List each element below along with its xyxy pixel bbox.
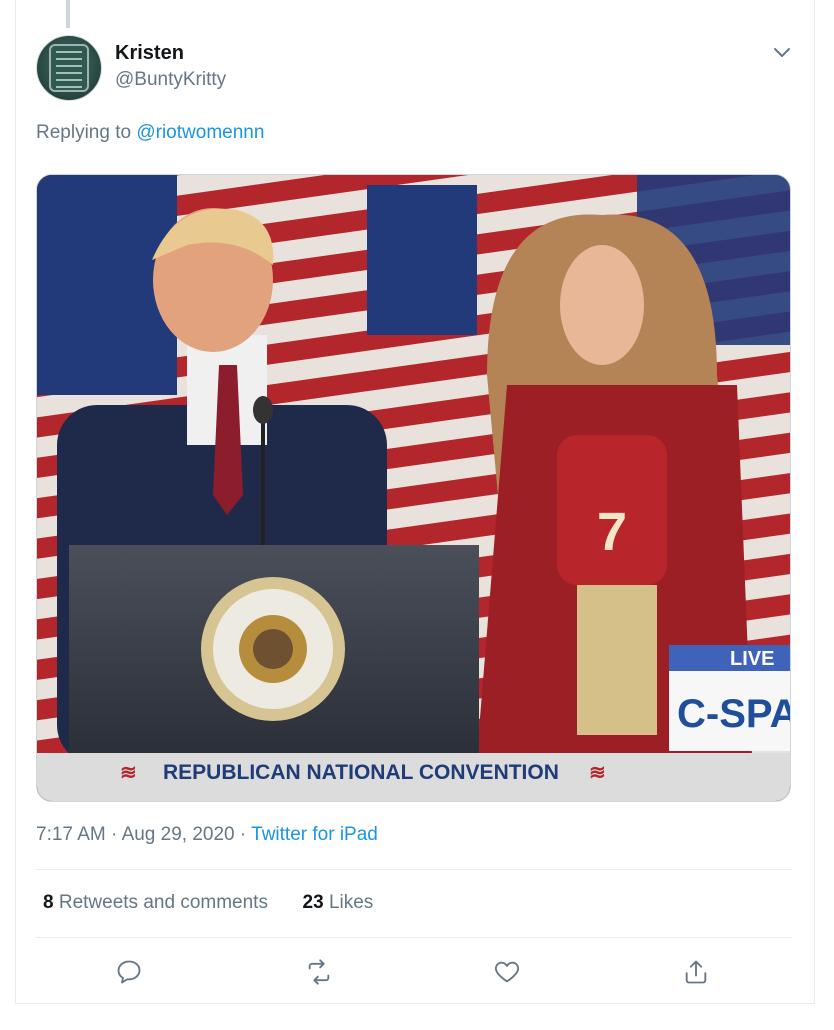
avatar[interactable] (36, 35, 102, 101)
convention-banner-text: REPUBLICAN NATIONAL CONVENTION (163, 761, 559, 784)
replying-to-mention[interactable]: @riotwomennn (136, 122, 264, 143)
replying-to-line: Replying to @riotwomennn (36, 122, 264, 144)
previous-retweet-count[interactable]: 808 (330, 0, 355, 3)
divider (36, 937, 792, 938)
share-icon[interactable] (682, 958, 710, 986)
retweet-icon[interactable] (305, 958, 333, 986)
jersey-number: 7 (597, 502, 627, 562)
likes-count: 23 (302, 892, 324, 913)
tweet-time[interactable]: 7:17 AM (36, 824, 106, 845)
tweet-stats: 8 Retweets and comments 23 Likes (43, 892, 373, 914)
media-scene: 7 LIVE C-SPA ≋ REPUBLICAN NATIONAL CONVE… (37, 175, 791, 801)
divider (36, 869, 792, 870)
like-icon[interactable] (493, 958, 521, 986)
previous-reply-count[interactable]: 12 (150, 0, 167, 3)
tweet-source[interactable]: Twitter for iPad (251, 824, 378, 845)
live-label: LIVE (730, 648, 774, 670)
likes-label: Likes (328, 892, 374, 913)
retweets-count: 8 (43, 892, 54, 913)
tweet-media-image[interactable]: 7 LIVE C-SPA ≋ REPUBLICAN NATIONAL CONVE… (36, 174, 791, 802)
previous-tweet-actions: 12 808 2K (0, 0, 834, 6)
retweets-stat[interactable]: 8 Retweets and comments (43, 892, 273, 913)
avatar-plaque-image (49, 44, 89, 92)
replying-prefix: Replying to (36, 122, 132, 143)
svg-text:≋: ≋ (120, 762, 137, 784)
svg-text:≋: ≋ (589, 762, 606, 784)
tweet-date[interactable]: Aug 29, 2020 (122, 824, 235, 845)
network-label: C-SPA (677, 692, 791, 736)
author-handle[interactable]: @BuntyKritty (115, 69, 226, 91)
reply-icon[interactable] (115, 958, 143, 986)
retweets-label: Retweets and comments (58, 892, 268, 913)
chevron-down-icon[interactable] (772, 42, 792, 62)
tweet-timestamp: 7:17 AM · Aug 29, 2020 · Twitter for iPa… (36, 824, 378, 845)
previous-like-count[interactable]: 2K (515, 0, 533, 3)
likes-stat[interactable]: 23 Likes (303, 892, 374, 913)
author-name[interactable]: Kristen (115, 42, 184, 65)
